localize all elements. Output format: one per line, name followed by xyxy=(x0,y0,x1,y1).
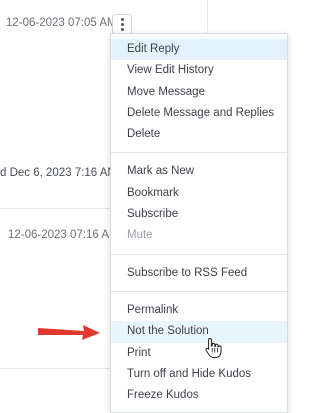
hand-cursor-icon xyxy=(205,337,222,358)
post-timestamp: 12-06-2023 07:05 AM xyxy=(6,17,117,29)
menu-separator xyxy=(111,290,287,292)
menu-item-hide-kudos[interactable]: Turn off and Hide Kudos xyxy=(111,364,287,385)
options-dropdown-menu: Edit Reply View Edit History Move Messag… xyxy=(110,33,288,413)
post-timestamp-edited: d Dec 6, 2023 7:16 AM xyxy=(0,167,117,179)
post-edited-date: Dec 6, 2023 7:16 AM xyxy=(9,167,118,179)
menu-item-delete[interactable]: Delete xyxy=(111,124,287,145)
menu-item-subscribe[interactable]: Subscribe xyxy=(111,204,287,225)
menu-item-move-message[interactable]: Move Message xyxy=(111,82,287,103)
menu-item-print[interactable]: Print xyxy=(111,343,287,364)
menu-item-delete-message-and-replies[interactable]: Delete Message and Replies xyxy=(111,103,287,124)
menu-item-edit-reply[interactable]: Edit Reply xyxy=(111,39,287,61)
menu-item-bookmark[interactable]: Bookmark xyxy=(111,183,287,204)
post-timestamp: 12-06-2023 07:16 AM xyxy=(8,229,119,241)
post-divider xyxy=(0,368,110,369)
post-divider xyxy=(0,208,110,209)
menu-item-not-the-solution[interactable]: Not the Solution xyxy=(111,321,287,343)
menu-item-view-edit-history[interactable]: View Edit History xyxy=(111,60,287,81)
menu-item-subscribe-rss[interactable]: Subscribe to RSS Feed xyxy=(111,263,287,284)
menu-item-freeze-kudos[interactable]: Freeze Kudos xyxy=(111,385,287,406)
truncated-text: d xyxy=(0,167,7,179)
kebab-icon[interactable] xyxy=(112,14,132,34)
menu-separator xyxy=(111,253,287,255)
menu-separator xyxy=(111,152,287,154)
menu-item-mark-as-new[interactable]: Mark as New xyxy=(111,161,287,182)
menu-item-mute[interactable]: Mute xyxy=(111,225,287,246)
red-arrow-icon xyxy=(38,325,100,340)
menu-item-permalink[interactable]: Permalink xyxy=(111,300,287,321)
